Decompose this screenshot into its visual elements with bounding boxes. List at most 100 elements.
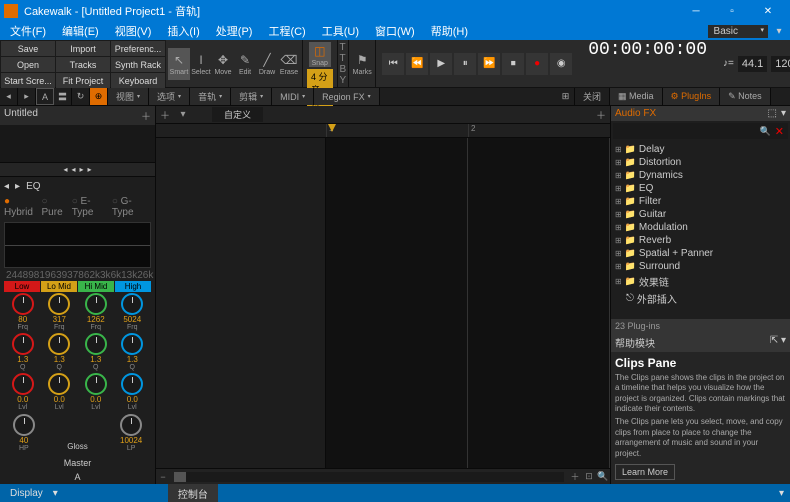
tree-node[interactable]: 📁Reverb <box>613 234 788 247</box>
file-button[interactable]: Fit Project <box>56 73 110 88</box>
tree-node[interactable]: 📁EQ <box>613 182 788 195</box>
menu-item[interactable]: 文件(F) <box>4 23 52 39</box>
eq-knob[interactable]: 1.3Q <box>5 333 41 371</box>
eq-knob[interactable]: 0.0Lvl <box>5 373 41 411</box>
tree-node[interactable]: 📁Spatial + Panner <box>613 247 788 260</box>
track-tab[interactable]: 视图 ▾ <box>108 88 149 105</box>
transport-button[interactable]: ◉ <box>550 53 572 75</box>
clips-pane[interactable] <box>326 138 610 468</box>
learn-more-button[interactable]: Learn More <box>615 464 675 480</box>
eq-type-option[interactable]: Hybrid <box>4 196 40 218</box>
track-tab[interactable]: 音轨 ▾ <box>190 88 231 105</box>
eq-band-label[interactable]: Hi Mid <box>78 281 114 292</box>
strip-nav-prev[interactable]: ◂ <box>0 88 18 105</box>
zoom-tool-icon[interactable]: 🔍 <box>596 471 610 482</box>
eq-graph[interactable] <box>4 222 151 268</box>
track-add-right[interactable]: ＋ <box>592 107 610 122</box>
tree-node[interactable]: 📁效果链 <box>613 273 788 290</box>
window-close[interactable]: ✕ <box>750 0 786 22</box>
eq-type-option[interactable]: E-Type <box>72 196 110 218</box>
menu-item[interactable]: 窗口(W) <box>369 23 421 39</box>
track-name[interactable]: Untitled <box>4 108 38 123</box>
bpm-value[interactable]: 120.00 <box>771 56 790 72</box>
zoom-fit-icon[interactable]: ⊡ <box>582 471 596 482</box>
tree-node[interactable]: 📁Guitar <box>613 208 788 221</box>
transport-button[interactable]: ● <box>526 53 548 75</box>
tree-node[interactable]: 📁Delay <box>613 143 788 156</box>
menu-item[interactable]: 处理(P) <box>210 23 259 39</box>
file-button[interactable]: Save <box>1 41 55 56</box>
menu-item[interactable]: 插入(I) <box>161 23 205 39</box>
help-controls[interactable]: ⇱ ▾ <box>770 335 786 350</box>
track-tab[interactable]: 剪辑 ▾ <box>231 88 272 105</box>
tree-node[interactable]: 📁Filter <box>613 195 788 208</box>
transport-button[interactable]: ⏮ <box>382 53 404 75</box>
eq-knob[interactable]: 0.0Lvl <box>78 373 114 411</box>
eq-knob[interactable]: 1.3Q <box>42 333 78 371</box>
menu-item[interactable]: 编辑(E) <box>56 23 105 39</box>
track-tab[interactable]: MIDI ▾ <box>272 88 314 105</box>
eq-knob[interactable]: 0.0Lvl <box>42 373 78 411</box>
marks-button[interactable]: ⚑Marks <box>351 48 373 80</box>
h-scrollbar[interactable] <box>174 472 564 482</box>
track-tabs-close[interactable]: 关闭 <box>575 88 610 105</box>
file-button[interactable]: Import <box>56 41 110 56</box>
window-minimize[interactable]: ─ <box>678 0 714 22</box>
display-button[interactable]: Display <box>0 484 53 502</box>
browser-tab-media[interactable]: ▦ Media <box>610 88 663 105</box>
eq-type-option[interactable]: Pure <box>42 196 70 218</box>
workspace-collapse-icon[interactable]: ▾ <box>772 26 786 37</box>
tool-move[interactable]: ✥Move <box>212 48 234 80</box>
file-button[interactable]: Synth Rack <box>111 57 165 72</box>
eq-knob[interactable]: 1262Frq <box>78 293 114 331</box>
tree-node[interactable]: 📁Dynamics <box>613 169 788 182</box>
add-track-icon[interactable]: ＋ <box>141 108 151 123</box>
menu-item[interactable]: 帮助(H) <box>425 23 474 39</box>
tool-edit[interactable]: ✎Edit <box>234 48 256 80</box>
file-button[interactable]: Preferenc... <box>111 41 165 56</box>
menu-item[interactable]: 工具(U) <box>316 23 365 39</box>
hzoom-out-icon[interactable]: − <box>156 472 170 482</box>
playhead-marker[interactable] <box>328 124 336 132</box>
tool-draw[interactable]: ╱Draw <box>256 48 278 80</box>
file-button[interactable]: Start Scre... <box>1 73 55 88</box>
file-button[interactable]: Tracks <box>56 57 110 72</box>
transport-button[interactable]: ▶ <box>430 53 452 75</box>
bottom-dropdown-icon[interactable]: ▾ <box>773 488 790 499</box>
file-button[interactable]: Open <box>1 57 55 72</box>
transport-button[interactable]: ⏪ <box>406 53 428 75</box>
window-maximize[interactable]: ▫ <box>714 0 750 22</box>
tree-node[interactable]: 📁Surround <box>613 260 788 273</box>
gloss-label[interactable]: Gloss <box>67 442 87 451</box>
custom-select[interactable]: 自定义 <box>212 107 263 122</box>
strip-a-box[interactable]: A <box>36 88 54 105</box>
eq-knob[interactable]: 5024Frq <box>115 293 151 331</box>
browser-tab-plugins[interactable]: ⚙ PlugIns <box>663 88 721 105</box>
tool-smart[interactable]: ↖Smart <box>168 48 190 80</box>
browser-cat-icon[interactable]: ⬚ <box>768 108 777 119</box>
eq-knob[interactable]: 80Frq <box>5 293 41 331</box>
sample-rate[interactable]: 44.1 <box>738 56 767 72</box>
eq-knob[interactable]: 317Frq <box>42 293 78 331</box>
tool-erase[interactable]: ⌫Erase <box>278 48 300 80</box>
eq-knob[interactable]: 0.0Lvl <box>115 373 151 411</box>
transport-button[interactable]: ⏸ <box>454 53 476 75</box>
eq-band-label[interactable]: Lo Mid <box>41 281 77 292</box>
eq-band-label[interactable]: Low <box>4 281 40 292</box>
menu-item[interactable]: 视图(V) <box>109 23 158 39</box>
snap-button[interactable]: ◫Snap <box>309 42 331 67</box>
track-tabs-ctrl[interactable]: ⊞ <box>557 88 575 105</box>
transport-button[interactable]: ⏹ <box>502 53 524 75</box>
strip-icon-3[interactable]: ⊕ <box>90 88 108 105</box>
eq-band-label[interactable]: High <box>115 281 151 292</box>
file-button[interactable]: Keyboard <box>111 73 165 88</box>
strip-icon-1[interactable]: 〓 <box>54 88 72 105</box>
strip-nav-next[interactable]: ▸ <box>18 88 36 105</box>
tree-node[interactable]: 📁Distortion <box>613 156 788 169</box>
browser-search[interactable]: 🔍✕ <box>613 123 788 139</box>
timecode-display[interactable]: 00:00:00:00 <box>578 40 717 87</box>
strip-icon-2[interactable]: ↻ <box>72 88 90 105</box>
add-track-button[interactable]: ＋ <box>156 107 174 122</box>
eq-knob[interactable]: 1.3Q <box>115 333 151 371</box>
timeline-ruler[interactable]: 12 <box>156 124 610 138</box>
